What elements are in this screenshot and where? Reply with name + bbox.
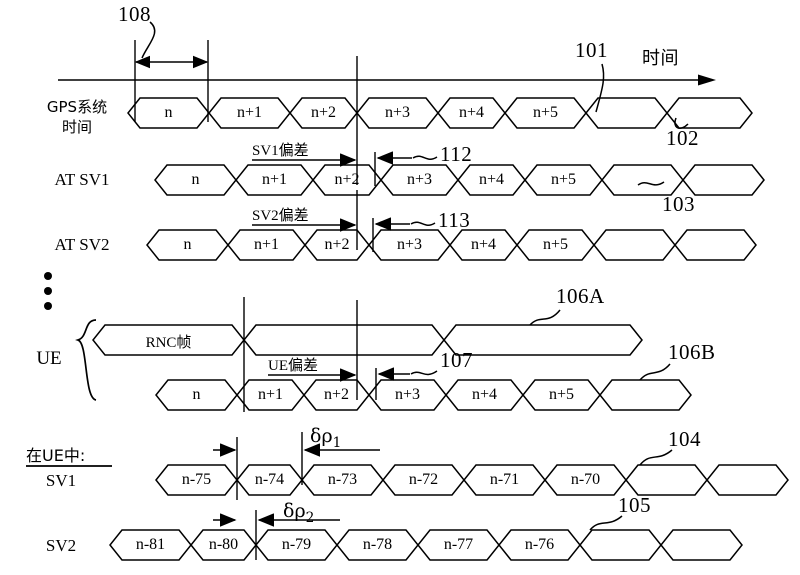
- annotation-ue-offset: UE偏差: [268, 358, 318, 374]
- segment-label: n-71: [489, 471, 520, 488]
- segment-label: n-81: [135, 536, 166, 553]
- row-label-sv1: SV1: [45, 471, 77, 490]
- segment-label: n+2: [334, 171, 360, 188]
- leader-106A: [529, 309, 561, 326]
- segment-label: n-78: [362, 536, 393, 553]
- segment-label: n+1: [253, 236, 280, 253]
- segment-label: n-80: [208, 536, 239, 553]
- segment-label: n-73: [327, 471, 358, 488]
- annotation-sv1-offset: SV1偏差: [252, 143, 309, 159]
- leader-106B: [639, 363, 671, 381]
- segment-label: n-70: [570, 471, 601, 488]
- segment-label: n-74: [254, 471, 285, 488]
- segment-label: n+4: [470, 236, 497, 253]
- segment-label: n+1: [257, 386, 284, 403]
- row-label-sv2: SV2: [45, 536, 77, 555]
- row-label-gps-line2: 时间: [61, 118, 92, 136]
- annotation-sv2-offset: SV2偏差: [252, 208, 309, 224]
- segment-label: n: [164, 104, 173, 121]
- segment-label: n+4: [478, 171, 505, 188]
- segment-label: n+4: [471, 386, 498, 403]
- vertical-ellipsis: [44, 272, 52, 317]
- group-label-in-ue: 在UE中:: [26, 446, 86, 465]
- segment-label: n+1: [236, 104, 263, 121]
- ref-112: 112: [440, 142, 473, 166]
- ref-106A: 106A: [556, 284, 605, 308]
- ref-105: 105: [618, 493, 651, 517]
- segment-label: n-79: [281, 536, 312, 553]
- delta-rho-2-subscript: 2: [305, 509, 315, 526]
- leader-104: [639, 449, 673, 466]
- segment-label: n+5: [550, 171, 577, 188]
- delta-rho-1-subscript: 1: [332, 434, 342, 451]
- ref-113: 113: [438, 208, 471, 232]
- segment-label: n+2: [323, 386, 350, 403]
- leader-105: [589, 515, 623, 531]
- segment-label: n+1: [261, 171, 288, 188]
- group-label-ue: UE: [36, 348, 62, 369]
- segment-label: n: [192, 386, 201, 403]
- segment-label: n: [191, 171, 200, 188]
- patent-timing-diagram: 101 时间 108 102 103 106A 106B 104 105 112…: [0, 0, 800, 575]
- segment-label: n+3: [384, 104, 411, 121]
- segment-label: n-72: [408, 471, 439, 488]
- ref-106B: 106B: [668, 340, 716, 364]
- delta-rho-1-symbol: δρ: [310, 425, 333, 447]
- ref-101: 101: [575, 38, 608, 62]
- leader-103: [637, 181, 665, 186]
- segment-label: n+2: [324, 236, 350, 253]
- segment-label: n+2: [310, 104, 337, 121]
- ref-103: 103: [662, 192, 695, 216]
- segment-label: n+5: [542, 236, 569, 253]
- ref-108: 108: [118, 2, 151, 26]
- segment-label: n-77: [443, 536, 474, 553]
- delta-rho-1-arrows: [213, 432, 380, 500]
- time-axis: [58, 74, 716, 86]
- segment-label: n+4: [458, 104, 485, 121]
- segment-label: n+3: [396, 236, 423, 253]
- delta-rho-2-symbol: δρ: [283, 500, 306, 522]
- ref-104: 104: [668, 427, 701, 451]
- segment-label: n+5: [548, 386, 575, 403]
- row-label-at-sv1: AT SV1: [54, 170, 110, 189]
- segment-label-rnc: RNC帧: [145, 335, 192, 351]
- segment-label: n-75: [181, 471, 212, 488]
- row-label-gps-line1: GPS系统: [46, 98, 108, 116]
- ref-107: 107: [440, 348, 473, 372]
- axis-label-time: 时间: [642, 48, 679, 69]
- label-delta-rho-2: δρ2: [283, 500, 314, 526]
- segment-label: n-76: [524, 536, 555, 553]
- segment-label: n+3: [406, 171, 433, 188]
- segment-label: n: [183, 236, 192, 253]
- segment-label: n+3: [394, 386, 421, 403]
- row-label-at-sv2: AT SV2: [54, 235, 110, 254]
- segment-label: n+5: [532, 104, 559, 121]
- ref-102: 102: [666, 126, 699, 150]
- label-delta-rho-1: δρ1: [310, 425, 341, 451]
